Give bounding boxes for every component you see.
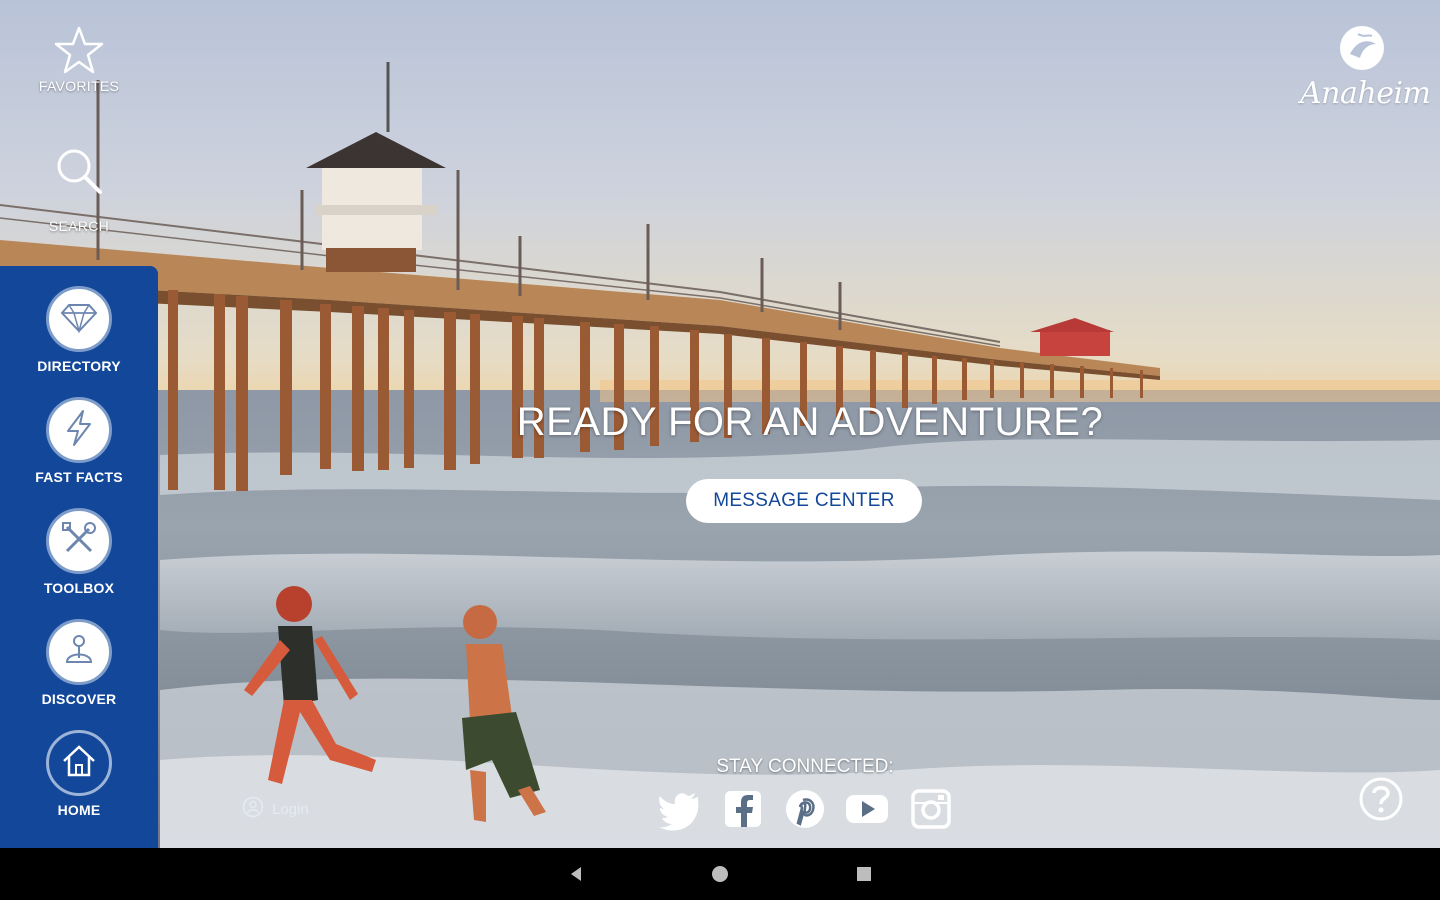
hero-headline: READY FOR AN ADVENTURE?: [516, 400, 1104, 444]
fast-facts-button[interactable]: [46, 397, 112, 463]
sidebar-item-label: TOOLBOX: [43, 580, 115, 596]
directory-button[interactable]: [46, 286, 112, 352]
home-icon: [59, 741, 99, 786]
sidebar-item-label: DIRECTORY: [37, 358, 121, 374]
discover-icon: [59, 630, 99, 675]
sidebar-item-home[interactable]: HOME: [0, 730, 158, 818]
sidebar-item-discover[interactable]: DISCOVER: [0, 619, 158, 707]
logo-text: Anaheim: [1300, 76, 1431, 111]
sidebar-item-fast-facts[interactable]: FAST FACTS: [0, 397, 158, 485]
toolbox-button[interactable]: [46, 508, 112, 574]
help-icon[interactable]: [1358, 776, 1404, 822]
sidebar-nav: DIRECTORY FAST FACTS TOOLBOX DISCOVER HO…: [0, 266, 158, 848]
discover-button[interactable]: [46, 619, 112, 685]
facebook-icon[interactable]: [720, 786, 766, 832]
home-button[interactable]: [46, 730, 112, 796]
youtube-icon[interactable]: [844, 786, 890, 832]
instagram-icon[interactable]: [908, 786, 954, 832]
logo-emblem-icon: [1338, 24, 1386, 72]
twitter-icon[interactable]: [656, 786, 702, 832]
login-label: Login: [272, 800, 309, 818]
sidebar-item-label: HOME: [57, 802, 101, 818]
anaheim-logo: Anaheim: [1300, 24, 1431, 114]
sidebar-item-directory[interactable]: DIRECTORY: [0, 286, 158, 374]
favorites-label: FAVORITES: [38, 78, 120, 94]
login-link[interactable]: Login: [242, 796, 309, 822]
system-navigation-bar: [0, 848, 1440, 900]
favorites-link[interactable]: FAVORITES: [26, 24, 132, 94]
pinterest-icon[interactable]: [782, 786, 828, 832]
sidebar-item-toolbox[interactable]: TOOLBOX: [0, 508, 158, 596]
diamond-icon: [59, 297, 99, 342]
home-screen: FAVORITES SEARCH DIRECTORY FAST FACTS TO…: [0, 0, 1440, 848]
social-links: [656, 786, 956, 832]
message-center-button[interactable]: MESSAGE CENTER: [686, 479, 922, 523]
user-icon: [242, 796, 264, 822]
sidebar-item-label: FAST FACTS: [35, 469, 123, 485]
wrench-screwdriver-icon: [59, 519, 99, 564]
stay-connected-label: STAY CONNECTED:: [716, 756, 894, 777]
home-nav-icon[interactable]: [708, 862, 732, 886]
star-icon: [52, 24, 106, 78]
search-label: SEARCH: [48, 218, 110, 234]
sidebar-item-label: DISCOVER: [41, 691, 117, 707]
lightning-icon: [59, 408, 99, 453]
back-icon[interactable]: [564, 862, 588, 886]
search-icon: [52, 144, 106, 198]
recents-icon[interactable]: [852, 862, 876, 886]
search-link[interactable]: SEARCH: [26, 144, 132, 234]
